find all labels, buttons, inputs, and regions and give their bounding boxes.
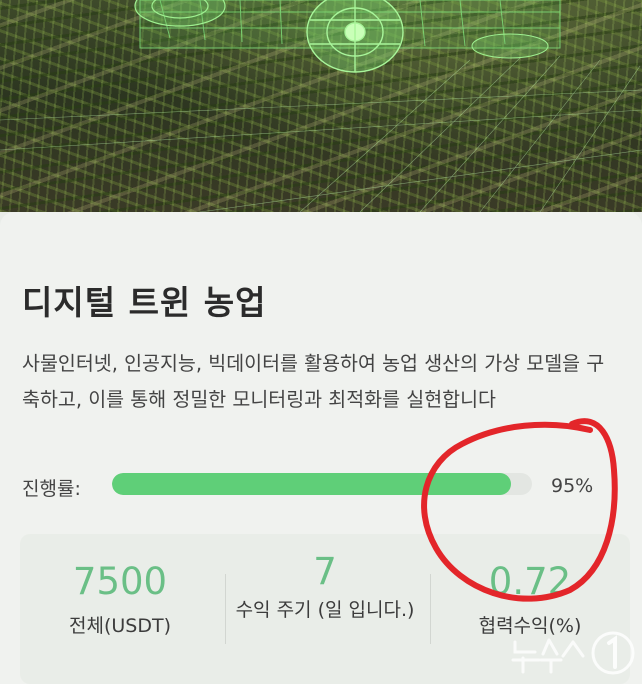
stat-rate-value: 0.72 <box>488 560 572 603</box>
tractor-wheel-back <box>471 33 549 59</box>
stat-cycle-value: 7 <box>313 550 337 593</box>
stat-cycle: 7 수익 주기 (일 입니다.) <box>225 534 425 624</box>
hero-image <box>0 0 642 212</box>
progress-label: 진행률: <box>22 478 81 500</box>
news1-watermark-logo <box>511 631 635 675</box>
project-title: 디지털 트윈 농업 <box>22 283 267 322</box>
progress-bar-fill <box>112 473 511 495</box>
progress-bar <box>112 473 532 495</box>
stat-rate: 0.72 협력수익(%) <box>430 534 630 640</box>
stat-total: 7500 전체(USDT) <box>20 534 220 640</box>
stat-cycle-label: 수익 주기 (일 입니다.) <box>235 599 415 621</box>
project-description: 사물인터넷, 인공지능, 빅데이터를 활용하여 농업 생산의 가상 모델을 구축… <box>22 346 622 434</box>
progress-percentage: 95% <box>551 475 594 497</box>
stat-total-label: 전체(USDT) <box>69 615 171 637</box>
tractor-wireframe <box>0 0 642 212</box>
tractor-wheel-right <box>306 0 404 73</box>
stat-total-value: 7500 <box>72 560 168 603</box>
